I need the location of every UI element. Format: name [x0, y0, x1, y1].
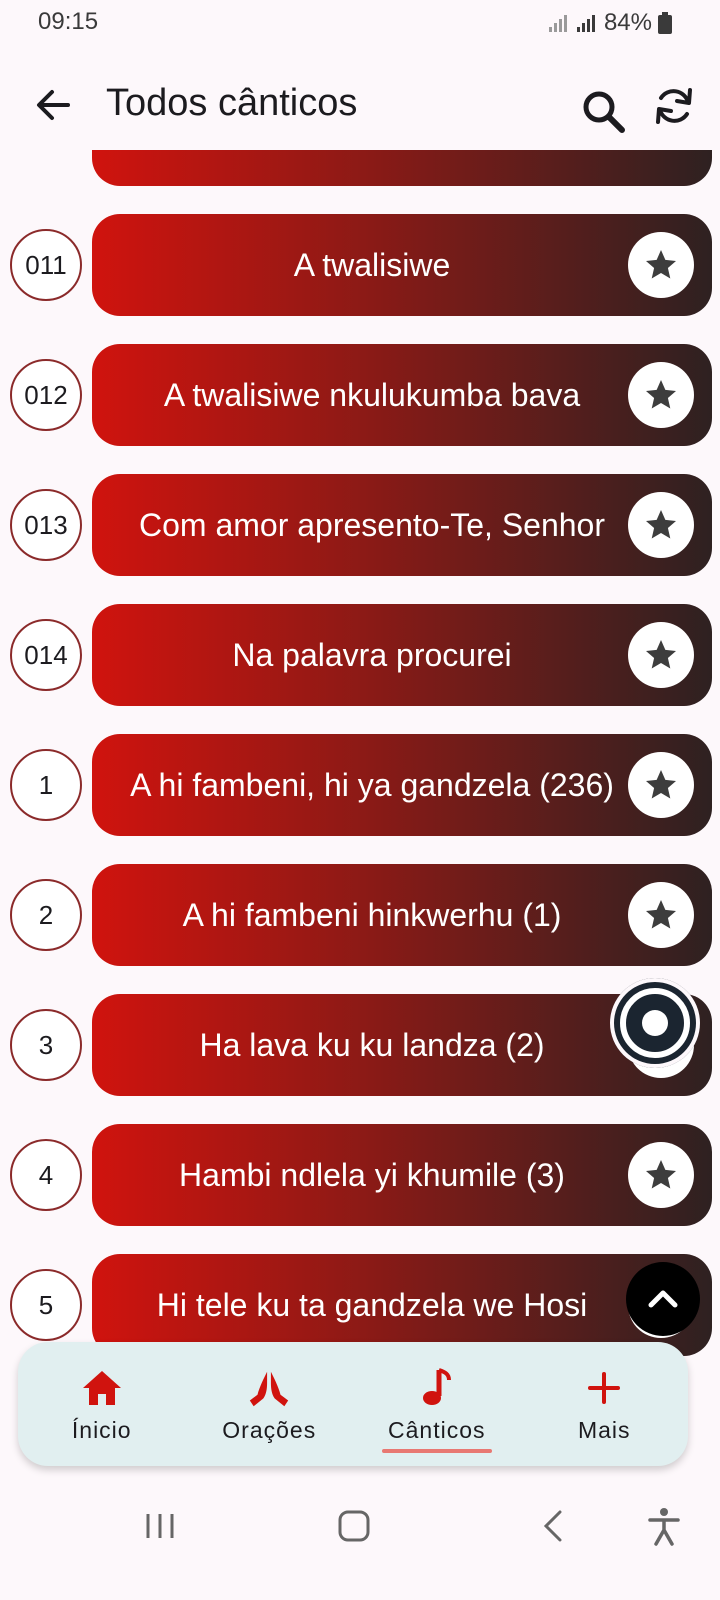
signal-icon-2	[576, 15, 595, 32]
recent-apps-button[interactable]	[140, 1506, 180, 1546]
favorite-button[interactable]	[628, 232, 694, 298]
star-icon	[646, 640, 676, 669]
praying-hands-icon	[246, 1365, 292, 1411]
song-title: A twalisiwe nkulukumba bava	[163, 376, 581, 413]
status-indicators: 84%	[548, 8, 672, 38]
star-icon	[646, 770, 676, 799]
song-card[interactable]: A hi fambeni hinkwerhu (1)	[92, 864, 712, 966]
nav-item-canticos[interactable]: Cânticos	[362, 1349, 512, 1459]
search-icon	[583, 91, 625, 133]
song-number: 3	[10, 1009, 82, 1081]
song-title: A hi fambeni, hi ya gandzela (236)	[130, 766, 614, 803]
song-number: 1	[10, 749, 82, 821]
battery-percent: 84%	[603, 9, 652, 36]
battery-icon	[658, 12, 672, 34]
nav-label: Ínicio	[71, 1416, 132, 1443]
favorite-button[interactable]	[628, 622, 694, 688]
target-icon	[620, 988, 690, 1058]
song-row[interactable]: 4 Hambi ndlela yi khumile (3)	[0, 1124, 720, 1226]
song-list[interactable]: 011 A twalisiwe 012 A twalisiwe nkulukum…	[0, 150, 720, 1360]
refresh-button[interactable]	[650, 82, 698, 130]
scroll-to-top-button[interactable]	[626, 1262, 700, 1336]
song-number: 011	[10, 229, 82, 301]
song-title: A twalisiwe	[293, 246, 451, 283]
chevron-left-icon	[543, 1510, 562, 1542]
song-card[interactable]: Com amor apresento-Te, Senhor	[92, 474, 712, 576]
nav-label: Mais	[577, 1416, 631, 1443]
song-title: Com amor apresento-Te, Senhor	[139, 506, 605, 543]
song-row[interactable]: 1 A hi fambeni, hi ya gandzela (236)	[0, 734, 720, 836]
song-number: 012	[10, 359, 82, 431]
nav-label: Orações	[222, 1416, 317, 1443]
song-row[interactable]: 5 Hi tele ku ta gandzela we Hosi	[0, 1254, 720, 1356]
song-title: Hambi ndlela yi khumile (3)	[179, 1156, 565, 1193]
home-icon	[79, 1365, 125, 1411]
song-number: 4	[10, 1139, 82, 1211]
nav-item-oracoes[interactable]: Orações	[194, 1349, 344, 1459]
song-row[interactable]: 013 Com amor apresento-Te, Senhor	[0, 474, 720, 576]
home-button[interactable]	[334, 1506, 374, 1546]
floating-assistant-button[interactable]	[610, 978, 700, 1068]
arrow-back-icon	[37, 90, 70, 120]
favorite-button[interactable]	[628, 492, 694, 558]
search-button[interactable]	[580, 88, 628, 136]
song-card[interactable]	[92, 150, 712, 186]
song-row[interactable]: 2 A hi fambeni hinkwerhu (1)	[0, 864, 720, 966]
active-indicator	[381, 1449, 492, 1453]
song-title: A hi fambeni hinkwerhu (1)	[182, 896, 562, 933]
system-navigation-bar	[0, 1490, 720, 1560]
recent-apps-icon	[146, 1514, 174, 1538]
favorite-button[interactable]	[628, 362, 694, 428]
song-number: 014	[10, 619, 82, 691]
home-square-icon	[338, 1510, 370, 1542]
refresh-icon	[656, 88, 692, 124]
favorite-button[interactable]	[628, 752, 694, 818]
song-title: Na palavra procurei	[232, 636, 512, 673]
song-row[interactable]: 012 A twalisiwe nkulukumba bava	[0, 344, 720, 446]
song-card[interactable]: Na palavra procurei	[92, 604, 712, 706]
song-title: Hi tele ku ta gandzela we Hosi	[156, 1286, 588, 1323]
signal-icon	[548, 15, 567, 32]
accessibility-icon	[648, 1508, 680, 1546]
system-back-button[interactable]	[534, 1506, 574, 1546]
music-note-icon	[414, 1365, 460, 1411]
status-time: 09:15	[38, 8, 99, 35]
accessibility-button[interactable]	[644, 1506, 684, 1546]
favorite-button[interactable]	[628, 1142, 694, 1208]
favorite-button[interactable]	[628, 882, 694, 948]
song-number: 2	[10, 879, 82, 951]
plus-icon	[581, 1365, 627, 1411]
bottom-navigation: Ínicio Orações Cânticos Mais	[18, 1342, 688, 1466]
song-number: 013	[10, 489, 82, 561]
song-title: Ha lava ku ku landza (2)	[199, 1026, 545, 1063]
nav-item-mais[interactable]: Mais	[529, 1349, 679, 1459]
star-icon	[646, 250, 676, 279]
page-title: Todos cânticos	[106, 82, 358, 124]
song-row[interactable]: 011 A twalisiwe	[0, 214, 720, 316]
song-card[interactable]: A twalisiwe	[92, 214, 712, 316]
song-card[interactable]: A hi fambeni, hi ya gandzela (236)	[92, 734, 712, 836]
song-card[interactable]: Hambi ndlela yi khumile (3)	[92, 1124, 712, 1226]
star-icon	[646, 380, 676, 409]
song-card[interactable]: A twalisiwe nkulukumba bava	[92, 344, 712, 446]
star-icon	[646, 510, 676, 539]
chevron-up-icon	[648, 1290, 678, 1308]
app-bar: Todos cânticos	[0, 60, 720, 150]
song-row[interactable]: 014 Na palavra procurei	[0, 604, 720, 706]
song-card[interactable]: Hi tele ku ta gandzela we Hosi	[92, 1254, 712, 1356]
back-button[interactable]	[30, 82, 76, 128]
status-bar: 09:15 84%	[0, 0, 720, 46]
star-icon	[646, 900, 676, 929]
nav-label: Cânticos	[388, 1416, 486, 1443]
song-row-partial[interactable]	[0, 150, 720, 186]
nav-item-inicio[interactable]: Ínicio	[27, 1349, 177, 1459]
song-number: 5	[10, 1269, 82, 1341]
star-icon	[646, 1160, 676, 1189]
